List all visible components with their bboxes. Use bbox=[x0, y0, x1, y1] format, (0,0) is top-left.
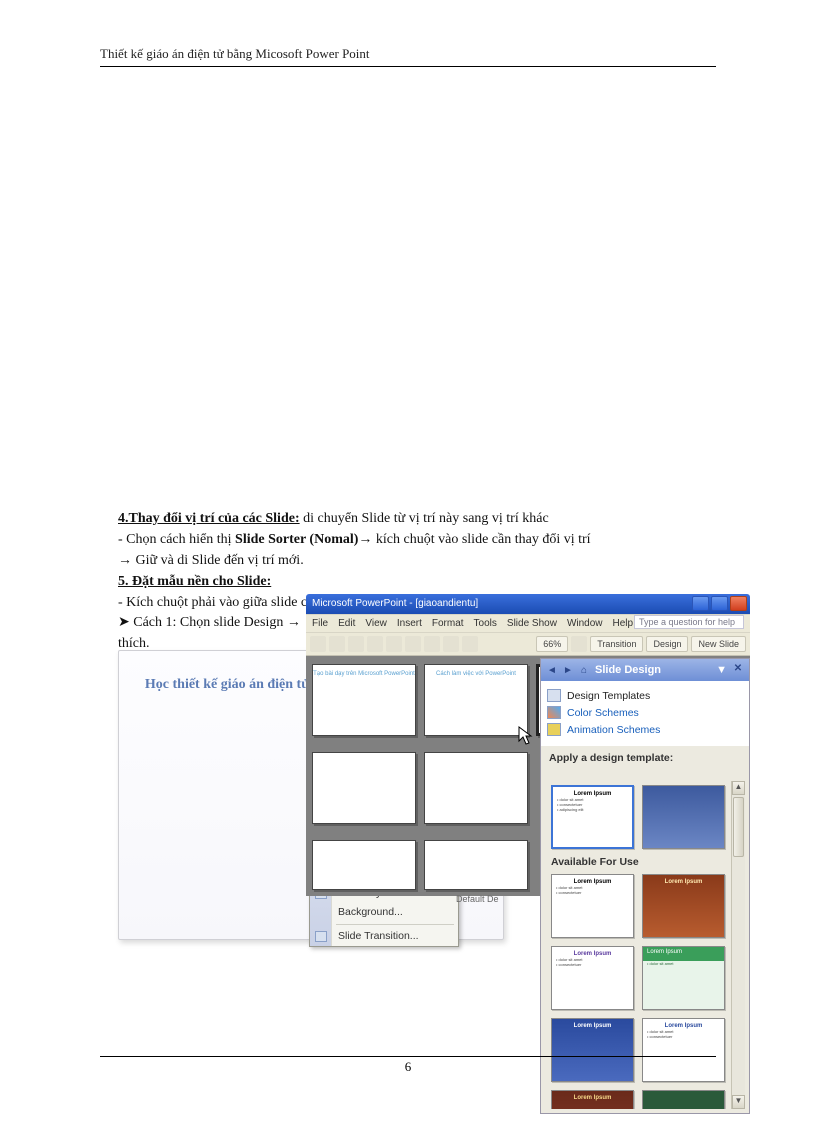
dropdown-icon[interactable]: ▼ bbox=[716, 664, 727, 676]
section4-text: di chuyển Slide từ vị trí này sang vị tr… bbox=[300, 511, 549, 526]
menu-window[interactable]: Window bbox=[567, 618, 603, 629]
apply-template-label: Apply a design template: bbox=[549, 752, 749, 764]
window-titlebar: Microsoft PowerPoint - [giaoandientu] bbox=[306, 594, 750, 614]
back-icon[interactable]: ◄ bbox=[545, 663, 559, 677]
app-title: Microsoft PowerPoint - [giaoandientu] bbox=[312, 598, 478, 609]
default-design-label: Default De bbox=[456, 894, 499, 904]
template-thumb[interactable]: Lorem Ipsum• dolor sit amet• consectetue… bbox=[551, 946, 634, 1010]
arrow-icon: → bbox=[118, 553, 132, 568]
toolbar-open-icon[interactable] bbox=[329, 636, 345, 652]
template-thumb[interactable]: Lorem Ipsum• dolor sit amet• consectetue… bbox=[551, 785, 634, 849]
close-button[interactable] bbox=[730, 596, 747, 611]
toolbar-paste-icon[interactable] bbox=[424, 636, 440, 652]
menu-help[interactable]: Help bbox=[613, 618, 634, 629]
slide-thumb-2[interactable]: Cách làm việc với PowerPoint bbox=[424, 664, 528, 736]
color-scheme-icon bbox=[547, 706, 561, 719]
slide-thumb-5[interactable] bbox=[312, 752, 416, 824]
section5-heading: 5. Đặt mẫu nền cho Slide: bbox=[118, 574, 271, 589]
triangle-bullet-icon: ➤ bbox=[118, 615, 130, 630]
template-thumb[interactable]: Lorem Ipsum bbox=[551, 1090, 634, 1109]
animation-icon bbox=[547, 723, 561, 736]
link-color-schemes[interactable]: Color Schemes bbox=[547, 704, 743, 721]
toolbar-save-icon[interactable] bbox=[348, 636, 364, 652]
scroll-down-icon[interactable]: ▼ bbox=[732, 1095, 745, 1109]
minimize-button[interactable] bbox=[692, 596, 709, 611]
slide-thumb-8[interactable] bbox=[424, 840, 528, 890]
page-number: 6 bbox=[0, 1059, 816, 1075]
menu-insert[interactable]: Insert bbox=[397, 618, 422, 629]
maximize-button[interactable] bbox=[711, 596, 728, 611]
slide-thumb-6[interactable] bbox=[424, 752, 528, 824]
arrow-icon: → bbox=[287, 615, 301, 630]
taskpane-header: ◄ ► ⌂ Slide Design ▼ ✕ bbox=[541, 659, 749, 681]
toolbar-undo-icon[interactable] bbox=[443, 636, 459, 652]
home-icon[interactable]: ⌂ bbox=[577, 663, 591, 677]
link-animation-schemes[interactable]: Animation Schemes bbox=[547, 721, 743, 738]
toolbar-copy-icon[interactable] bbox=[405, 636, 421, 652]
toolbar: 66% Transition Design New Slide bbox=[306, 632, 750, 656]
template-thumb[interactable]: Lorem Ipsum bbox=[642, 874, 725, 938]
s4-l2c: kích chuột vào slide cần thay đổi vị trí bbox=[372, 532, 590, 547]
s4-l3: Giữ và di Slide đến vị trí mới. bbox=[132, 553, 304, 568]
page-header: Thiết kế giáo án điện tử bằng Micosoft P… bbox=[100, 46, 716, 67]
taskpane-title: Slide Design bbox=[595, 664, 661, 676]
toolbar-new-icon[interactable] bbox=[310, 636, 326, 652]
template-thumb[interactable] bbox=[642, 785, 725, 849]
template-thumb[interactable]: Lorem Ipsum• dolor sit amet• consectetue… bbox=[551, 874, 634, 938]
scroll-up-icon[interactable]: ▲ bbox=[732, 781, 745, 795]
link-design-templates[interactable]: Design Templates bbox=[547, 687, 743, 704]
taskpane-links: Design Templates Color Schemes Animation… bbox=[541, 681, 749, 746]
slide-design-taskpane: ◄ ► ⌂ Slide Design ▼ ✕ Design Templates … bbox=[540, 658, 750, 1114]
design-button[interactable]: Design bbox=[646, 636, 688, 652]
forward-icon[interactable]: ► bbox=[561, 663, 575, 677]
slide-thumb-1[interactable]: Tạo bài dạy trên Microsoft PowerPoint bbox=[312, 664, 416, 736]
s5-l3a: Cách 1: Chọn slide Design bbox=[133, 615, 287, 630]
menu-slideshow[interactable]: Slide Show bbox=[507, 618, 557, 629]
template-thumb[interactable] bbox=[642, 1090, 725, 1109]
scroll-thumb[interactable] bbox=[733, 797, 744, 857]
template-thumb[interactable]: Lorem Ipsum• dolor sit amet bbox=[642, 946, 725, 1010]
available-for-use-label: Available For Use bbox=[551, 856, 725, 868]
toolbar-cut-icon[interactable] bbox=[386, 636, 402, 652]
move-cursor-icon bbox=[518, 726, 534, 748]
arrow-icon: → bbox=[358, 532, 372, 547]
close-icon[interactable]: ✕ bbox=[731, 663, 745, 677]
new-slide-button[interactable]: New Slide bbox=[691, 636, 746, 652]
toolbar-redo-icon[interactable] bbox=[462, 636, 478, 652]
transition-button[interactable]: Transition bbox=[590, 636, 643, 652]
help-search-input[interactable]: Type a question for help bbox=[634, 615, 744, 629]
templates-icon bbox=[547, 689, 561, 702]
menu-view[interactable]: View bbox=[365, 618, 387, 629]
section4-heading: 4.Thay đổi vị trí của các Slide: bbox=[118, 511, 300, 526]
menu-file[interactable]: File bbox=[312, 618, 328, 629]
menu-format[interactable]: Format bbox=[432, 618, 464, 629]
menu-tools[interactable]: Tools bbox=[474, 618, 497, 629]
toolbar-help-icon[interactable] bbox=[571, 636, 587, 652]
s4-l2b: Slide Sorter (Nomal) bbox=[235, 532, 358, 547]
footer-rule bbox=[100, 1056, 716, 1057]
toolbar-print-icon[interactable] bbox=[367, 636, 383, 652]
zoom-select[interactable]: 66% bbox=[536, 636, 568, 652]
slide-thumb-7[interactable] bbox=[312, 840, 416, 890]
s4-l2a: - Chọn cách hiển thị bbox=[118, 532, 235, 547]
menu-edit[interactable]: Edit bbox=[338, 618, 355, 629]
